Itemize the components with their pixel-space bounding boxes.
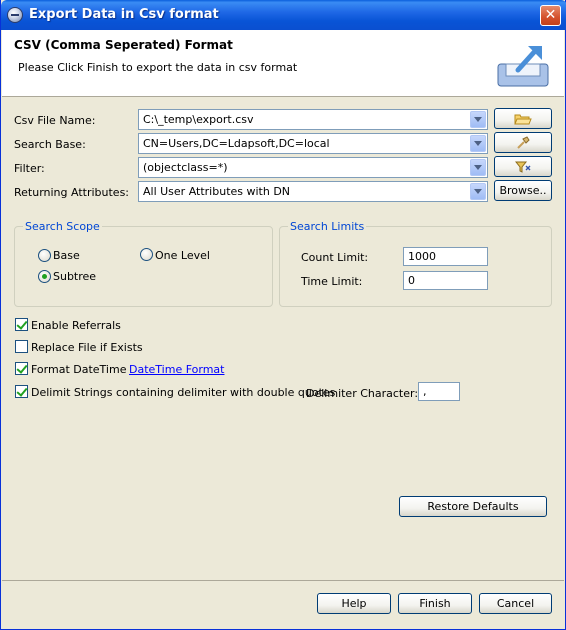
csv-file-combo[interactable]: C:\_temp\export.csv — [138, 109, 488, 130]
help-button[interactable]: Help — [317, 593, 391, 614]
scope-one-level-radio[interactable] — [140, 248, 153, 261]
finish-button[interactable]: Finish — [398, 593, 472, 614]
export-dialog: Export Data in Csv format ✕ CSV (Comma S… — [0, 0, 566, 630]
export-icon — [497, 46, 549, 87]
count-limit-value: 1000 — [408, 250, 436, 263]
count-limit-input[interactable]: 1000 — [403, 247, 488, 266]
scope-one-level-label[interactable]: One Level — [155, 249, 210, 262]
chevron-down-icon[interactable] — [470, 111, 486, 128]
filter-label: Filter: — [14, 162, 45, 175]
app-icon — [7, 7, 23, 23]
open-file-button[interactable] — [494, 108, 552, 129]
replace-file-label[interactable]: Replace File if Exists — [31, 341, 143, 354]
attributes-label: Returning Attributes: — [14, 186, 130, 199]
delimiter-character-input[interactable]: , — [418, 382, 460, 401]
title-bar[interactable]: Export Data in Csv format ✕ — [1, 0, 566, 30]
browse-button[interactable]: Browse.. — [494, 180, 552, 201]
restore-defaults-button[interactable]: Restore Defaults — [399, 496, 547, 517]
window-title: Export Data in Csv format — [29, 7, 219, 22]
search-limits-title: Search Limits — [288, 220, 367, 233]
enable-referrals-checkbox[interactable] — [15, 318, 28, 331]
time-limit-label: Time Limit: — [301, 275, 363, 288]
chevron-down-icon[interactable] — [470, 159, 486, 176]
scope-base-radio[interactable] — [38, 249, 51, 262]
filter-builder-button[interactable] — [494, 156, 552, 177]
search-base-value: CN=Users,DC=Ldapsoft,DC=local — [143, 137, 330, 150]
delimit-strings-label[interactable]: Delimit Strings containing delimiter wit… — [31, 386, 335, 399]
search-scope-title: Search Scope — [23, 220, 102, 233]
pick-search-base-button[interactable] — [494, 132, 552, 153]
scope-subtree-label[interactable]: Subtree — [53, 270, 96, 283]
attributes-combo[interactable]: All User Attributes with DN — [138, 181, 488, 202]
attributes-value: All User Attributes with DN — [143, 185, 291, 198]
page-description: Please Click Finish to export the data i… — [18, 61, 298, 74]
wizard-header: CSV (Comma Seperated) Format Please Clic… — [2, 30, 564, 97]
time-limit-value: 0 — [408, 274, 415, 287]
filter-value: (objectclass=*) — [143, 161, 228, 174]
csv-file-label: Csv File Name: — [14, 114, 96, 127]
delimiter-character-label: Delimiter Character: — [306, 387, 419, 400]
csv-file-value: C:\_temp\export.csv — [143, 113, 254, 126]
folder-icon — [514, 114, 532, 125]
search-base-label: Search Base: — [14, 138, 86, 151]
filter-combo[interactable]: (objectclass=*) — [138, 157, 488, 178]
delimiter-character-value: , — [423, 385, 427, 398]
replace-file-checkbox[interactable] — [15, 340, 28, 353]
page-title: CSV (Comma Seperated) Format — [14, 38, 233, 52]
search-limits-group: Search Limits — [279, 220, 552, 307]
delimit-strings-checkbox[interactable] — [15, 385, 28, 398]
close-button[interactable]: ✕ — [540, 5, 561, 26]
count-limit-label: Count Limit: — [301, 251, 369, 264]
chevron-down-icon[interactable] — [470, 135, 486, 152]
scope-subtree-radio[interactable] — [38, 270, 51, 283]
filter-icon — [514, 161, 531, 173]
pick-icon — [517, 136, 530, 149]
format-datetime-checkbox[interactable] — [15, 362, 28, 375]
enable-referrals-label[interactable]: Enable Referrals — [31, 319, 121, 332]
search-scope-group: Search Scope — [14, 220, 273, 307]
search-base-combo[interactable]: CN=Users,DC=Ldapsoft,DC=local — [138, 133, 488, 154]
datetime-format-link[interactable]: DateTime Format — [129, 363, 224, 376]
time-limit-input[interactable]: 0 — [403, 271, 488, 290]
scope-base-label[interactable]: Base — [53, 249, 80, 262]
footer-divider — [2, 580, 564, 581]
format-datetime-label[interactable]: Format DateTime — [31, 363, 126, 376]
chevron-down-icon[interactable] — [470, 183, 486, 200]
cancel-button[interactable]: Cancel — [479, 593, 552, 614]
